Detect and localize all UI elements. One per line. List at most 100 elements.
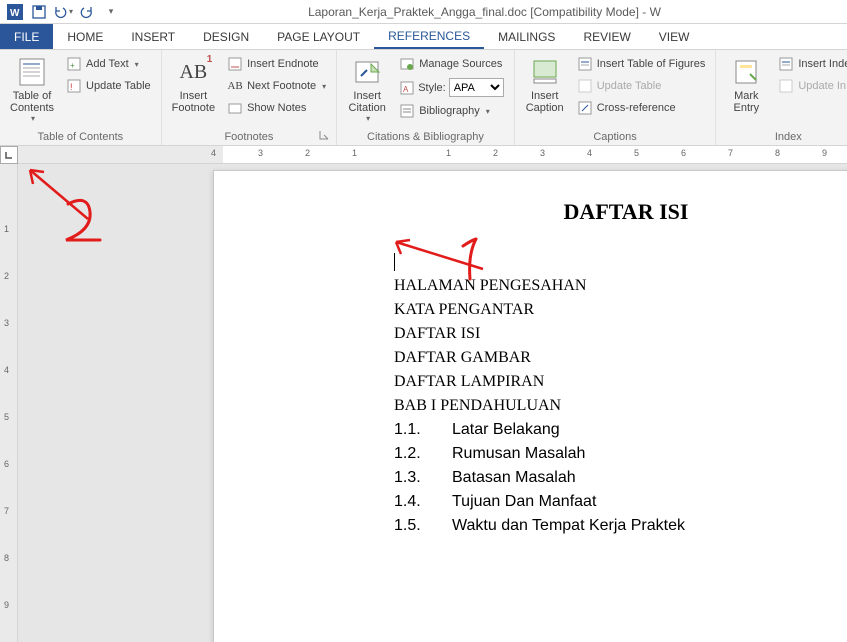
bibliography-button[interactable]: Bibliography bbox=[395, 101, 508, 121]
ruler-h-num: 1 bbox=[446, 148, 451, 158]
tab-page-layout[interactable]: PAGE LAYOUT bbox=[263, 24, 374, 49]
add-text-label: Add Text bbox=[86, 58, 129, 70]
svg-text:A: A bbox=[403, 85, 409, 94]
next-footnote-icon: AB bbox=[227, 78, 243, 94]
insert-endnote-label: Insert Endnote bbox=[247, 58, 319, 70]
bibliography-label: Bibliography bbox=[419, 105, 480, 117]
vertical-ruler[interactable]: 1 2 3 4 5 6 7 8 9 bbox=[0, 164, 18, 642]
group-captions: Insert Caption Insert Table of Figures U… bbox=[515, 50, 717, 145]
style-label: Style: bbox=[418, 82, 446, 94]
ruler-v-num: 3 bbox=[4, 318, 9, 328]
document-heading: DAFTAR ISI bbox=[394, 199, 847, 225]
doc-line: BAB I PENDAHULUAN bbox=[394, 397, 847, 415]
section-num: 1.3. bbox=[394, 469, 452, 487]
insert-index-label: Insert Inde bbox=[798, 58, 847, 70]
insert-table-of-figures-button[interactable]: Insert Table of Figures bbox=[573, 54, 710, 74]
cross-reference-button[interactable]: Cross-reference bbox=[573, 98, 710, 118]
mark-entry-button[interactable]: Mark Entry bbox=[722, 54, 770, 116]
doc-section-line: 1.2.Rumusan Masalah bbox=[394, 445, 847, 463]
section-text: Batasan Masalah bbox=[452, 469, 576, 487]
footnote-icon: AB 1 bbox=[177, 56, 209, 88]
title-bar: W ▾ Laporan_Kerja_Praktek_Angga_final.do… bbox=[0, 0, 847, 24]
insert-citation-button[interactable]: Insert Citation bbox=[343, 54, 391, 125]
section-text: Waktu dan Tempat Kerja Praktek bbox=[452, 517, 685, 535]
ruler-v-num: 5 bbox=[4, 412, 9, 422]
update-table-icon: ! bbox=[66, 78, 82, 94]
ruler-v-num: 2 bbox=[4, 271, 9, 281]
manage-sources-label: Manage Sources bbox=[419, 58, 502, 70]
ribbon-tabs: FILE HOME INSERT DESIGN PAGE LAYOUT REFE… bbox=[0, 24, 847, 50]
section-text: Tujuan Dan Manfaat bbox=[452, 493, 596, 511]
update-index-label: Update In bbox=[798, 80, 846, 92]
doc-line: HALAMAN PENGESAHAN bbox=[394, 277, 847, 295]
annotation-arrow-2 bbox=[18, 164, 138, 287]
group-label-index: Index bbox=[722, 129, 847, 143]
table-of-contents-button[interactable]: Table of Contents bbox=[6, 54, 58, 125]
doc-section-line: 1.1.Latar Belakang bbox=[394, 421, 847, 439]
tab-file[interactable]: FILE bbox=[0, 24, 53, 49]
document-page[interactable]: DAFTAR ISI HALAMAN PENGESAHAN KATA PENGA… bbox=[213, 170, 847, 642]
doc-line: DAFTAR ISI bbox=[394, 325, 847, 343]
work-area: 1 2 3 4 5 6 7 8 9 DAFTAR ISI HALAMAN PEN… bbox=[0, 164, 847, 642]
next-footnote-label: Next Footnote bbox=[247, 80, 316, 92]
section-num: 1.4. bbox=[394, 493, 452, 511]
group-table-of-contents: Table of Contents + Add Text ! Update Ta… bbox=[0, 50, 162, 145]
ribbon: Table of Contents + Add Text ! Update Ta… bbox=[0, 50, 847, 146]
ruler-h-num: 8 bbox=[775, 148, 780, 158]
insert-index-button[interactable]: Insert Inde bbox=[774, 54, 847, 74]
horizontal-ruler[interactable]: 4 3 2 1 1 2 3 4 5 6 7 8 9 10 bbox=[18, 146, 847, 163]
quick-access-toolbar: W ▾ bbox=[0, 2, 122, 22]
ruler-v-num: 1 bbox=[4, 224, 9, 234]
doc-line: DAFTAR LAMPIRAN bbox=[394, 373, 847, 391]
update-index-button[interactable]: Update In bbox=[774, 76, 847, 96]
horizontal-ruler-wrap: 4 3 2 1 1 2 3 4 5 6 7 8 9 10 bbox=[0, 146, 847, 164]
group-citations: Insert Citation Manage Sources A Style: … bbox=[337, 50, 515, 145]
section-text: Rumusan Masalah bbox=[452, 445, 585, 463]
group-index: Mark Entry Insert Inde Update In Index bbox=[716, 50, 847, 145]
next-footnote-button[interactable]: AB Next Footnote bbox=[223, 76, 330, 96]
ruler-h-num: 7 bbox=[728, 148, 733, 158]
tab-insert[interactable]: INSERT bbox=[117, 24, 189, 49]
ruler-v-num: 7 bbox=[4, 506, 9, 516]
tab-stop-selector[interactable] bbox=[0, 146, 18, 164]
tab-home[interactable]: HOME bbox=[53, 24, 117, 49]
doc-section-line: 1.5.Waktu dan Tempat Kerja Praktek bbox=[394, 517, 847, 535]
insert-endnote-button[interactable]: Insert Endnote bbox=[223, 54, 330, 74]
manage-sources-button[interactable]: Manage Sources bbox=[395, 54, 508, 74]
ruler-h-num: 3 bbox=[540, 148, 545, 158]
show-notes-icon bbox=[227, 100, 243, 116]
captions-update-table-button[interactable]: Update Table bbox=[573, 76, 710, 96]
qat-customize-icon[interactable]: ▾ bbox=[100, 2, 122, 22]
document-canvas[interactable]: DAFTAR ISI HALAMAN PENGESAHAN KATA PENGA… bbox=[18, 164, 847, 642]
redo-icon[interactable] bbox=[76, 2, 98, 22]
insert-caption-button[interactable]: Insert Caption bbox=[521, 54, 569, 116]
group-label-citations: Citations & Bibliography bbox=[343, 129, 508, 143]
mark-entry-icon bbox=[730, 56, 762, 88]
update-index-icon bbox=[778, 78, 794, 94]
tab-view[interactable]: VIEW bbox=[645, 24, 704, 49]
undo-icon[interactable] bbox=[52, 2, 74, 22]
citation-style-select[interactable]: APA bbox=[449, 78, 504, 97]
tab-design[interactable]: DESIGN bbox=[189, 24, 263, 49]
save-icon[interactable] bbox=[28, 2, 50, 22]
section-num: 1.2. bbox=[394, 445, 452, 463]
tof-label: Insert Table of Figures bbox=[597, 58, 706, 70]
word-app-icon[interactable]: W bbox=[4, 2, 26, 22]
footnote-ab: AB bbox=[179, 61, 207, 84]
tab-references[interactable]: REFERENCES bbox=[374, 24, 484, 49]
doc-section-line: 1.4.Tujuan Dan Manfaat bbox=[394, 493, 847, 511]
show-notes-button[interactable]: Show Notes bbox=[223, 98, 330, 118]
caption-icon bbox=[529, 56, 561, 88]
tab-review[interactable]: REVIEW bbox=[569, 24, 644, 49]
footnotes-launcher-icon[interactable] bbox=[318, 129, 330, 141]
section-num: 1.1. bbox=[394, 421, 452, 439]
add-text-button[interactable]: + Add Text bbox=[62, 54, 155, 74]
style-icon: A bbox=[399, 80, 415, 96]
update-table-label: Update Table bbox=[86, 80, 151, 92]
ruler-h-num: 2 bbox=[493, 148, 498, 158]
insert-caption-label: Insert Caption bbox=[526, 90, 564, 114]
ruler-v-num: 9 bbox=[4, 600, 9, 610]
tab-mailings[interactable]: MAILINGS bbox=[484, 24, 569, 49]
insert-footnote-button[interactable]: AB 1 Insert Footnote bbox=[168, 54, 219, 116]
update-table-button[interactable]: ! Update Table bbox=[62, 76, 155, 96]
